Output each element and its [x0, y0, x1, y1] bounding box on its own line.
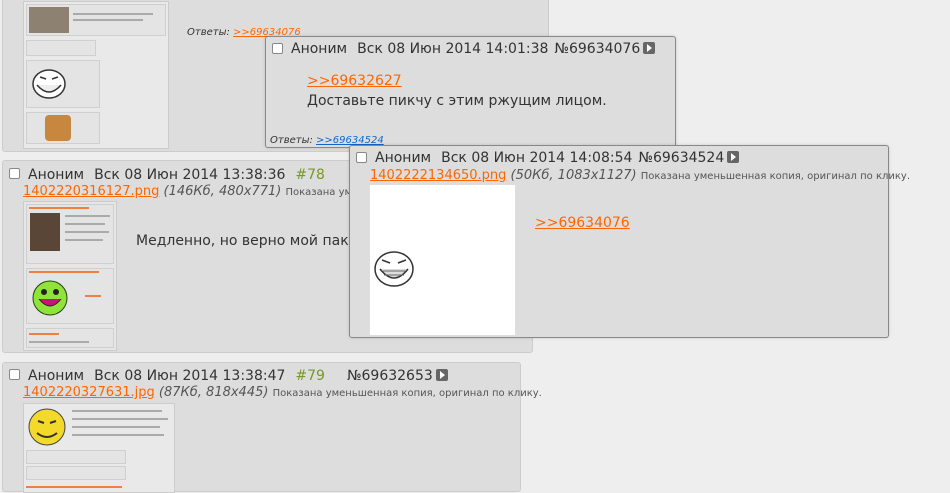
post-top-thumbnail[interactable] — [23, 1, 169, 149]
post-date: Вск 08 Июн 2014 13:38:47 — [94, 368, 286, 384]
mini-link-line — [29, 271, 99, 273]
mini-post — [26, 40, 96, 56]
troll-face-icon — [32, 69, 66, 99]
mini-post — [26, 4, 166, 36]
mini-text-line — [73, 13, 153, 15]
yellow-face-icon — [28, 408, 66, 446]
mini-post — [26, 112, 100, 144]
post-author: Аноним — [375, 150, 432, 166]
file-note: Показана уменьшенная копия, оригинал по … — [272, 388, 542, 399]
post-date: Вск 08 Июн 2014 14:08:54 — [441, 150, 633, 166]
post-number[interactable]: #79 — [295, 368, 325, 384]
file-info: 1402220327631.jpg (87Кб, 818x445) Показа… — [23, 385, 542, 400]
post-select-checkbox[interactable] — [356, 152, 367, 163]
mini-text-line — [65, 239, 103, 241]
post-id[interactable]: №69634076 — [554, 41, 640, 57]
post-79: Аноним Вск 08 Июн 2014 13:38:47 #79 №696326… — [2, 362, 542, 493]
post-header: Аноним Вск 08 Июн 2014 13:38:36 #78 — [28, 167, 325, 183]
mini-text-line — [72, 426, 160, 428]
file-link[interactable]: 1402220327631.jpg — [23, 385, 155, 400]
reply-link[interactable]: >>69634076 — [535, 215, 630, 231]
post-78-thumbnail[interactable] — [23, 201, 117, 351]
mini-post — [26, 328, 114, 348]
mini-link-line — [29, 333, 59, 335]
post-select-checkbox[interactable] — [9, 168, 20, 179]
mini-text-line — [73, 19, 143, 21]
file-link[interactable]: 1402220316127.png — [23, 184, 159, 199]
expand-play-icon[interactable] — [727, 151, 740, 163]
post-id[interactable]: №69632653 — [347, 368, 433, 384]
mini-text-line — [65, 215, 110, 217]
post-date: Вск 08 Июн 2014 14:01:38 — [357, 41, 549, 57]
post-message: Доставьте пикчу с этим ржущим лицом. — [307, 93, 607, 109]
laughing-face-icon — [374, 251, 414, 287]
mini-text-line — [65, 231, 109, 233]
file-link[interactable]: 1402222134650.png — [370, 168, 506, 183]
mini-photo — [29, 7, 69, 33]
post-header: Аноним Вск 08 Июн 2014 14:01:38 №69634076 — [291, 41, 656, 57]
post-id[interactable]: №69634524 — [638, 150, 724, 166]
mini-text-line — [72, 418, 168, 420]
file-info: 1402220316127.png (146Кб, 480x771) Показ… — [23, 184, 371, 199]
green-troll-face-icon — [32, 280, 68, 316]
mini-link-line — [29, 207, 89, 209]
post-header: Аноним Вск 08 Июн 2014 13:38:47 #79 №696326… — [28, 368, 448, 384]
mini-link-line — [26, 486, 122, 488]
mini-post — [26, 466, 126, 480]
mini-dog-photo — [45, 115, 71, 141]
mini-text-line — [72, 434, 164, 436]
post-message: Медленно, но верно мой пак — [136, 233, 349, 249]
file-info: 1402222134650.png (50Кб, 1083x1127) Пока… — [370, 168, 910, 183]
reply-preview-popup: Аноним Вск 08 Июн 2014 14:08:54 №69634524 … — [349, 145, 910, 338]
post-79-thumbnail[interactable] — [23, 403, 175, 493]
expand-play-icon[interactable] — [435, 369, 448, 381]
reply-preview-popup: Аноним Вск 08 Июн 2014 14:01:38 №69634076 … — [265, 36, 676, 148]
expand-play-icon[interactable] — [643, 42, 656, 54]
post-header: Аноним Вск 08 Июн 2014 14:08:54 №69634524 — [375, 150, 740, 166]
post-select-checkbox[interactable] — [272, 43, 283, 54]
mini-post — [26, 268, 114, 324]
popup-thumbnail[interactable] — [370, 185, 515, 335]
reply-link[interactable]: >>69632627 — [307, 73, 402, 89]
mini-post — [26, 60, 100, 108]
answers-label: Ответы: — [270, 135, 313, 146]
post-date: Вск 08 Июн 2014 13:38:36 — [94, 167, 286, 183]
mini-face-photo — [30, 213, 60, 251]
post-number[interactable]: #78 — [295, 167, 325, 183]
post-author: Аноним — [28, 368, 85, 384]
file-meta: (50Кб, 1083x1127) — [510, 168, 637, 183]
post-author: Аноним — [291, 41, 348, 57]
file-meta: (146Кб, 480x771) — [163, 184, 282, 199]
post-author: Аноним — [28, 167, 85, 183]
mini-link-line — [85, 295, 101, 297]
file-note: Показана уменьшенная копия, оригинал по … — [640, 171, 911, 182]
mini-post — [26, 450, 126, 464]
mini-text-line — [65, 223, 105, 225]
answers-label: Ответы: — [187, 27, 230, 38]
post-select-checkbox[interactable] — [9, 369, 20, 380]
file-meta: (87Кб, 818x445) — [158, 385, 269, 400]
mini-post — [26, 204, 114, 264]
mini-text-line — [29, 341, 89, 343]
mini-text-line — [72, 410, 162, 412]
